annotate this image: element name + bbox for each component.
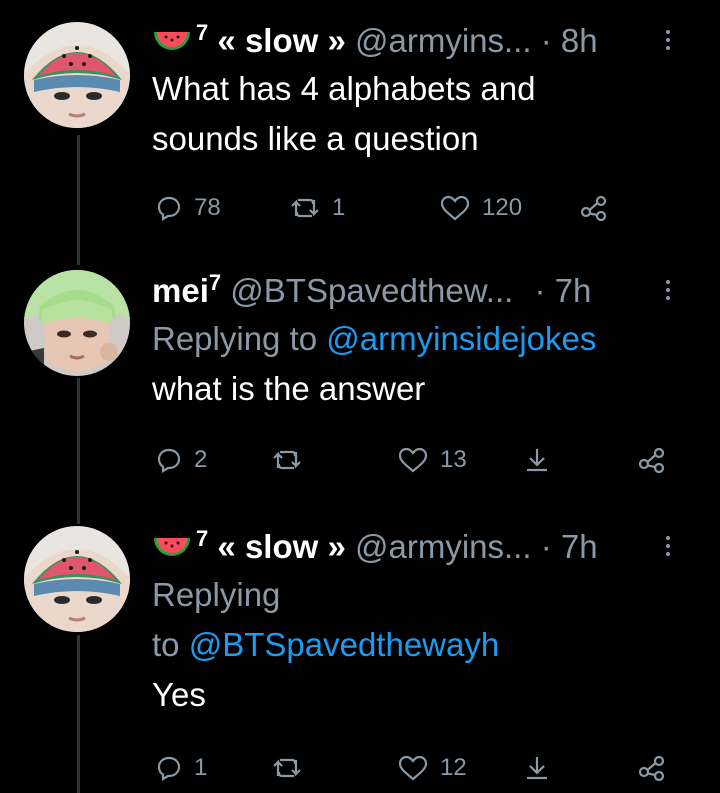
share-icon (638, 755, 665, 781)
watermelon-icon (152, 20, 192, 66)
name-superscript: 7 (208, 270, 222, 295)
retweet-button[interactable]: 1 (290, 188, 345, 228)
tweet-header: 7 « slow » @armyins... · 7h (152, 524, 680, 570)
like-button[interactable]: 13 (398, 440, 467, 480)
action-bar: 78 1 120 (152, 188, 680, 228)
tweet[interactable]: 7 « slow » @armyins... · 7h Replying to … (0, 510, 720, 793)
action-bar: 2 13 (152, 440, 680, 480)
user-handle[interactable]: @BTSpavedthew... (230, 272, 513, 309)
share-icon (638, 447, 665, 473)
separator-dot: · (534, 272, 546, 309)
download-icon (527, 757, 547, 780)
replying-to-preposition: to (152, 626, 180, 663)
name-superscript: 7 (196, 20, 209, 45)
tweet-text-line: What has 4 alphabets and (152, 70, 536, 107)
reply-icon (157, 756, 181, 781)
like-button[interactable]: 120 (440, 188, 522, 228)
like-count: 12 (440, 754, 467, 781)
timestamp[interactable]: 8h (561, 22, 598, 59)
like-button[interactable]: 12 (398, 748, 467, 788)
separator-dot: · (540, 528, 552, 565)
more-icon[interactable] (656, 268, 680, 314)
separator-dot: · (540, 22, 552, 59)
reply-mention-link[interactable]: @armyinsidejokes (326, 320, 596, 357)
tweet-text-line: what is the answer (152, 370, 426, 407)
replying-to-label: Replying (152, 576, 281, 613)
tweet-header: mei7 @BTSpavedthew... · 7h (152, 268, 680, 314)
tweet-header: 7 « slow » @armyins... · 8h (152, 18, 680, 64)
share-icon (580, 195, 607, 221)
tweet[interactable]: mei7 @BTSpavedthew... · 7h Replying to @… (0, 260, 720, 510)
reply-button[interactable]: 2 (156, 440, 207, 480)
more-icon[interactable] (656, 524, 680, 570)
timestamp[interactable]: 7h (555, 272, 592, 309)
retweet-icon (291, 198, 319, 218)
display-name[interactable]: « slow » (217, 22, 345, 59)
replying-to: Replying to @armyinsidejokes (152, 314, 680, 364)
like-icon (398, 755, 428, 781)
timestamp[interactable]: 7h (561, 528, 598, 565)
tweet[interactable]: 7 « slow » @armyins... · 8h What has 4 a… (0, 0, 720, 260)
avatar[interactable] (24, 270, 130, 376)
like-count: 120 (482, 194, 523, 221)
retweet-icon (273, 450, 301, 470)
name-superscript: 7 (196, 526, 209, 551)
display-name[interactable]: mei (152, 272, 209, 309)
avatar[interactable] (24, 22, 130, 128)
download-icon (527, 449, 547, 472)
reply-count: 78 (194, 194, 221, 221)
more-icon[interactable] (656, 18, 680, 64)
share-button[interactable] (638, 748, 666, 788)
reply-button[interactable]: 1 (156, 748, 207, 788)
retweet-count: 1 (332, 194, 346, 221)
share-button[interactable] (580, 188, 608, 228)
action-bar: 1 12 (152, 748, 680, 788)
reply-icon (157, 196, 181, 221)
like-icon (398, 447, 428, 473)
display-name[interactable]: « slow » (217, 528, 345, 565)
avatar[interactable] (24, 526, 130, 632)
tweet-text-line: Yes (152, 676, 206, 713)
reply-mention-link[interactable]: @BTSpavedthewayh (189, 626, 500, 663)
retweet-button[interactable] (272, 440, 302, 480)
save-button[interactable] (524, 748, 550, 788)
reply-button[interactable]: 78 (156, 188, 221, 228)
share-button[interactable] (638, 440, 666, 480)
retweet-button[interactable] (272, 748, 302, 788)
save-button[interactable] (524, 440, 550, 480)
tweet-text-line: sounds like a question (152, 120, 479, 157)
user-handle[interactable]: @armyins... (355, 528, 532, 565)
replying-to-label: Replying to (152, 320, 318, 357)
user-handle[interactable]: @armyins... (355, 22, 532, 59)
like-icon (440, 195, 470, 221)
retweet-icon (273, 758, 301, 778)
reply-count: 2 (194, 446, 208, 473)
watermelon-icon (152, 526, 192, 572)
like-count: 13 (440, 446, 467, 473)
replying-to: to @BTSpavedthewayh (152, 620, 680, 670)
reply-count: 1 (194, 754, 208, 781)
reply-icon (157, 448, 181, 473)
